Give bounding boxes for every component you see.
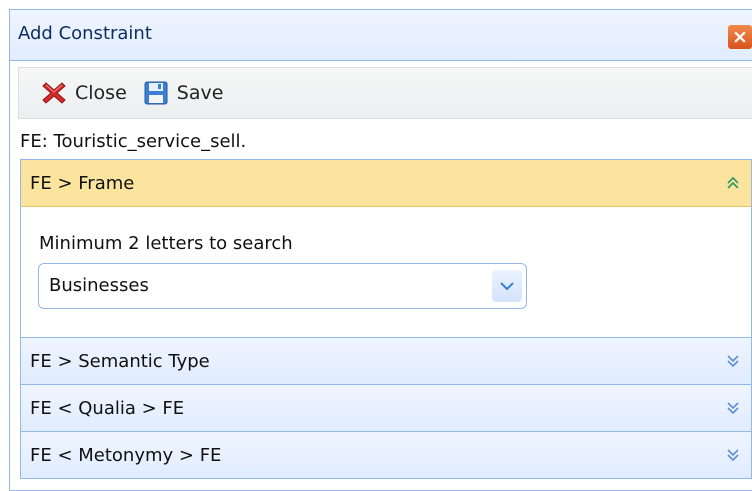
dialog-title: Add Constraint xyxy=(18,23,152,44)
dialog-close-button[interactable]: × xyxy=(728,25,752,49)
accordion-header-semantic-type[interactable]: FE > Semantic Type xyxy=(21,338,751,385)
accordion-header-qualia[interactable]: FE < Qualia > FE xyxy=(21,385,751,432)
close-button[interactable]: Close xyxy=(41,80,127,106)
save-button-label: Save xyxy=(176,82,224,104)
red-x-icon xyxy=(41,80,67,106)
constraint-accordion: FE > Frame Minimum 2 letters to search B… xyxy=(20,159,752,479)
save-button[interactable]: Save xyxy=(143,80,224,106)
floppy-disk-icon xyxy=(143,80,169,106)
double-chevron-down-icon[interactable] xyxy=(725,447,741,463)
chevron-down-icon[interactable] xyxy=(492,270,522,302)
double-chevron-down-icon[interactable] xyxy=(725,400,741,416)
accordion-header-metonymy[interactable]: FE < Metonymy > FE xyxy=(21,432,751,479)
double-chevron-up-icon[interactable] xyxy=(725,175,741,191)
frame-combobox-value[interactable]: Businesses xyxy=(49,275,149,296)
fe-name-label: FE: Touristic_service_sell. xyxy=(20,131,247,152)
accordion-header-title: FE > Semantic Type xyxy=(30,350,210,372)
accordion-header-title: FE > Frame xyxy=(30,172,135,194)
double-chevron-down-icon[interactable] xyxy=(725,353,741,369)
accordion-body-fe-frame: Minimum 2 letters to search Businesses xyxy=(21,207,751,338)
frame-combobox[interactable]: Businesses xyxy=(38,263,527,309)
search-hint: Minimum 2 letters to search xyxy=(39,233,293,254)
accordion-header-fe-frame[interactable]: FE > Frame xyxy=(21,160,751,207)
dialog-titlebar: Add Constraint × xyxy=(10,10,752,61)
close-button-label: Close xyxy=(75,82,127,104)
dialog-toolbar: Close Save xyxy=(18,67,752,119)
accordion-header-title: FE < Qualia > FE xyxy=(30,397,185,419)
add-constraint-dialog: Add Constraint × Close Save FE: Touristi… xyxy=(9,9,752,491)
accordion-header-title: FE < Metonymy > FE xyxy=(30,444,222,466)
